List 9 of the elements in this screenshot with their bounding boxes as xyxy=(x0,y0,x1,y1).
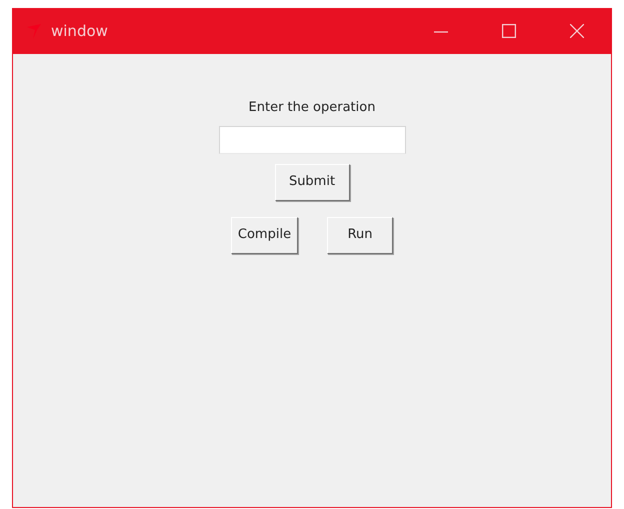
action-button[interactable]: Run xyxy=(327,216,394,254)
operation-field[interactable] xyxy=(218,126,406,154)
close-icon xyxy=(570,24,584,38)
minimize-icon xyxy=(434,31,448,33)
action-button[interactable]: Compile xyxy=(230,216,298,254)
submit-button[interactable]: Submit xyxy=(274,164,350,200)
maximize-icon xyxy=(502,24,516,38)
prompt-label: Enter the operation xyxy=(248,99,376,117)
window-title: window xyxy=(51,20,108,42)
